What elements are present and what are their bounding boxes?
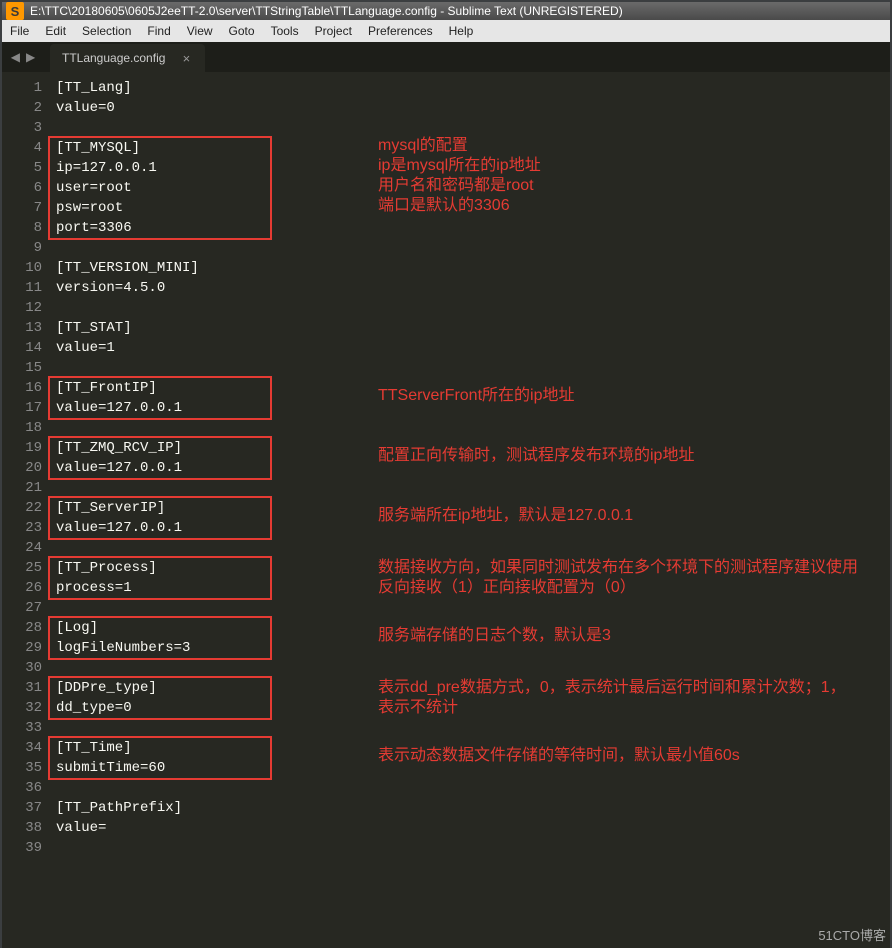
tab-label: TTLanguage.config [62, 51, 165, 65]
menu-file[interactable]: File [2, 20, 37, 42]
window-title: E:\TTC\20180605\0605J2eeTT-2.0\server\TT… [30, 4, 623, 18]
line-number: 13 [2, 318, 42, 338]
line-number: 23 [2, 518, 42, 538]
app-icon: S [6, 2, 24, 20]
line-number: 4 [2, 138, 42, 158]
menu-preferences[interactable]: Preferences [360, 20, 441, 42]
line-number: 36 [2, 778, 42, 798]
line-number: 24 [2, 538, 42, 558]
annotation-ddpre: 表示dd_pre数据方式，0，表示统计最后运行时间和累计次数；1，表示不统计 [378, 678, 858, 718]
tab-ttlanguage[interactable]: TTLanguage.config × [50, 44, 205, 72]
line-number: 7 [2, 198, 42, 218]
menu-view[interactable]: View [179, 20, 221, 42]
menu-help[interactable]: Help [441, 20, 482, 42]
tab-nav-arrows[interactable]: ◀ ▶ [2, 42, 44, 72]
line-number: 33 [2, 718, 42, 738]
line-number: 30 [2, 658, 42, 678]
title-bar[interactable]: S E:\TTC\20180605\0605J2eeTT-2.0\server\… [2, 2, 890, 20]
menu-find[interactable]: Find [139, 20, 178, 42]
line-number: 31 [2, 678, 42, 698]
annotation-log: 服务端存储的日志个数，默认是3 [378, 626, 611, 646]
line-number: 3 [2, 118, 42, 138]
line-number: 19 [2, 438, 42, 458]
menu-goto[interactable]: Goto [221, 20, 263, 42]
line-number: 37 [2, 798, 42, 818]
tab-bar: ◀ ▶ TTLanguage.config × [2, 42, 890, 72]
annotation-process: 数据接收方向，如果同时测试发布在多个环境下的测试程序建议使用反向接收（1）正向接… [378, 558, 858, 598]
menu-project[interactable]: Project [307, 20, 360, 42]
line-number: 18 [2, 418, 42, 438]
close-icon[interactable]: × [179, 51, 193, 65]
annotation-serverip: 服务端所在ip地址，默认是127.0.0.1 [378, 506, 633, 526]
line-number: 10 [2, 258, 42, 278]
line-number: 34 [2, 738, 42, 758]
line-number: 1 [2, 78, 42, 98]
line-number: 8 [2, 218, 42, 238]
watermark: 51CTO博客 [818, 925, 886, 944]
line-number: 35 [2, 758, 42, 778]
window: S E:\TTC\20180605\0605J2eeTT-2.0\server\… [0, 0, 892, 948]
line-number: 26 [2, 578, 42, 598]
line-number: 27 [2, 598, 42, 618]
annotation-zmq: 配置正向传输时，测试程序发布环境的ip地址 [378, 446, 694, 466]
line-number: 11 [2, 278, 42, 298]
line-number: 6 [2, 178, 42, 198]
annotation-time: 表示动态数据文件存储的等待时间，默认最小值60s [378, 746, 740, 766]
line-number: 15 [2, 358, 42, 378]
line-number: 22 [2, 498, 42, 518]
line-number-gutter: 1234567891011121314151617181920212223242… [2, 72, 52, 948]
line-number: 29 [2, 638, 42, 658]
line-number: 14 [2, 338, 42, 358]
annotation-frontip: TTServerFront所在的ip地址 [378, 386, 574, 406]
line-number: 17 [2, 398, 42, 418]
code-content[interactable]: [TT_Lang] value=0 [TT_MYSQL] ip=127.0.0.… [52, 72, 890, 948]
line-number: 21 [2, 478, 42, 498]
line-number: 12 [2, 298, 42, 318]
line-number: 20 [2, 458, 42, 478]
line-number: 9 [2, 238, 42, 258]
chevron-left-icon[interactable]: ◀ [11, 50, 20, 65]
line-number: 5 [2, 158, 42, 178]
line-number: 25 [2, 558, 42, 578]
line-number: 2 [2, 98, 42, 118]
line-number: 39 [2, 838, 42, 858]
line-number: 16 [2, 378, 42, 398]
line-number: 32 [2, 698, 42, 718]
menu-tools[interactable]: Tools [263, 20, 307, 42]
menu-bar: File Edit Selection Find View Goto Tools… [2, 20, 890, 42]
menu-selection[interactable]: Selection [74, 20, 139, 42]
line-number: 28 [2, 618, 42, 638]
line-number: 38 [2, 818, 42, 838]
menu-edit[interactable]: Edit [37, 20, 74, 42]
chevron-right-icon[interactable]: ▶ [26, 50, 35, 65]
annotation-mysql: mysql的配置 ip是mysql所在的ip地址 用户名和密码都是root 端口… [378, 136, 541, 216]
editor-area[interactable]: 1234567891011121314151617181920212223242… [2, 72, 890, 948]
